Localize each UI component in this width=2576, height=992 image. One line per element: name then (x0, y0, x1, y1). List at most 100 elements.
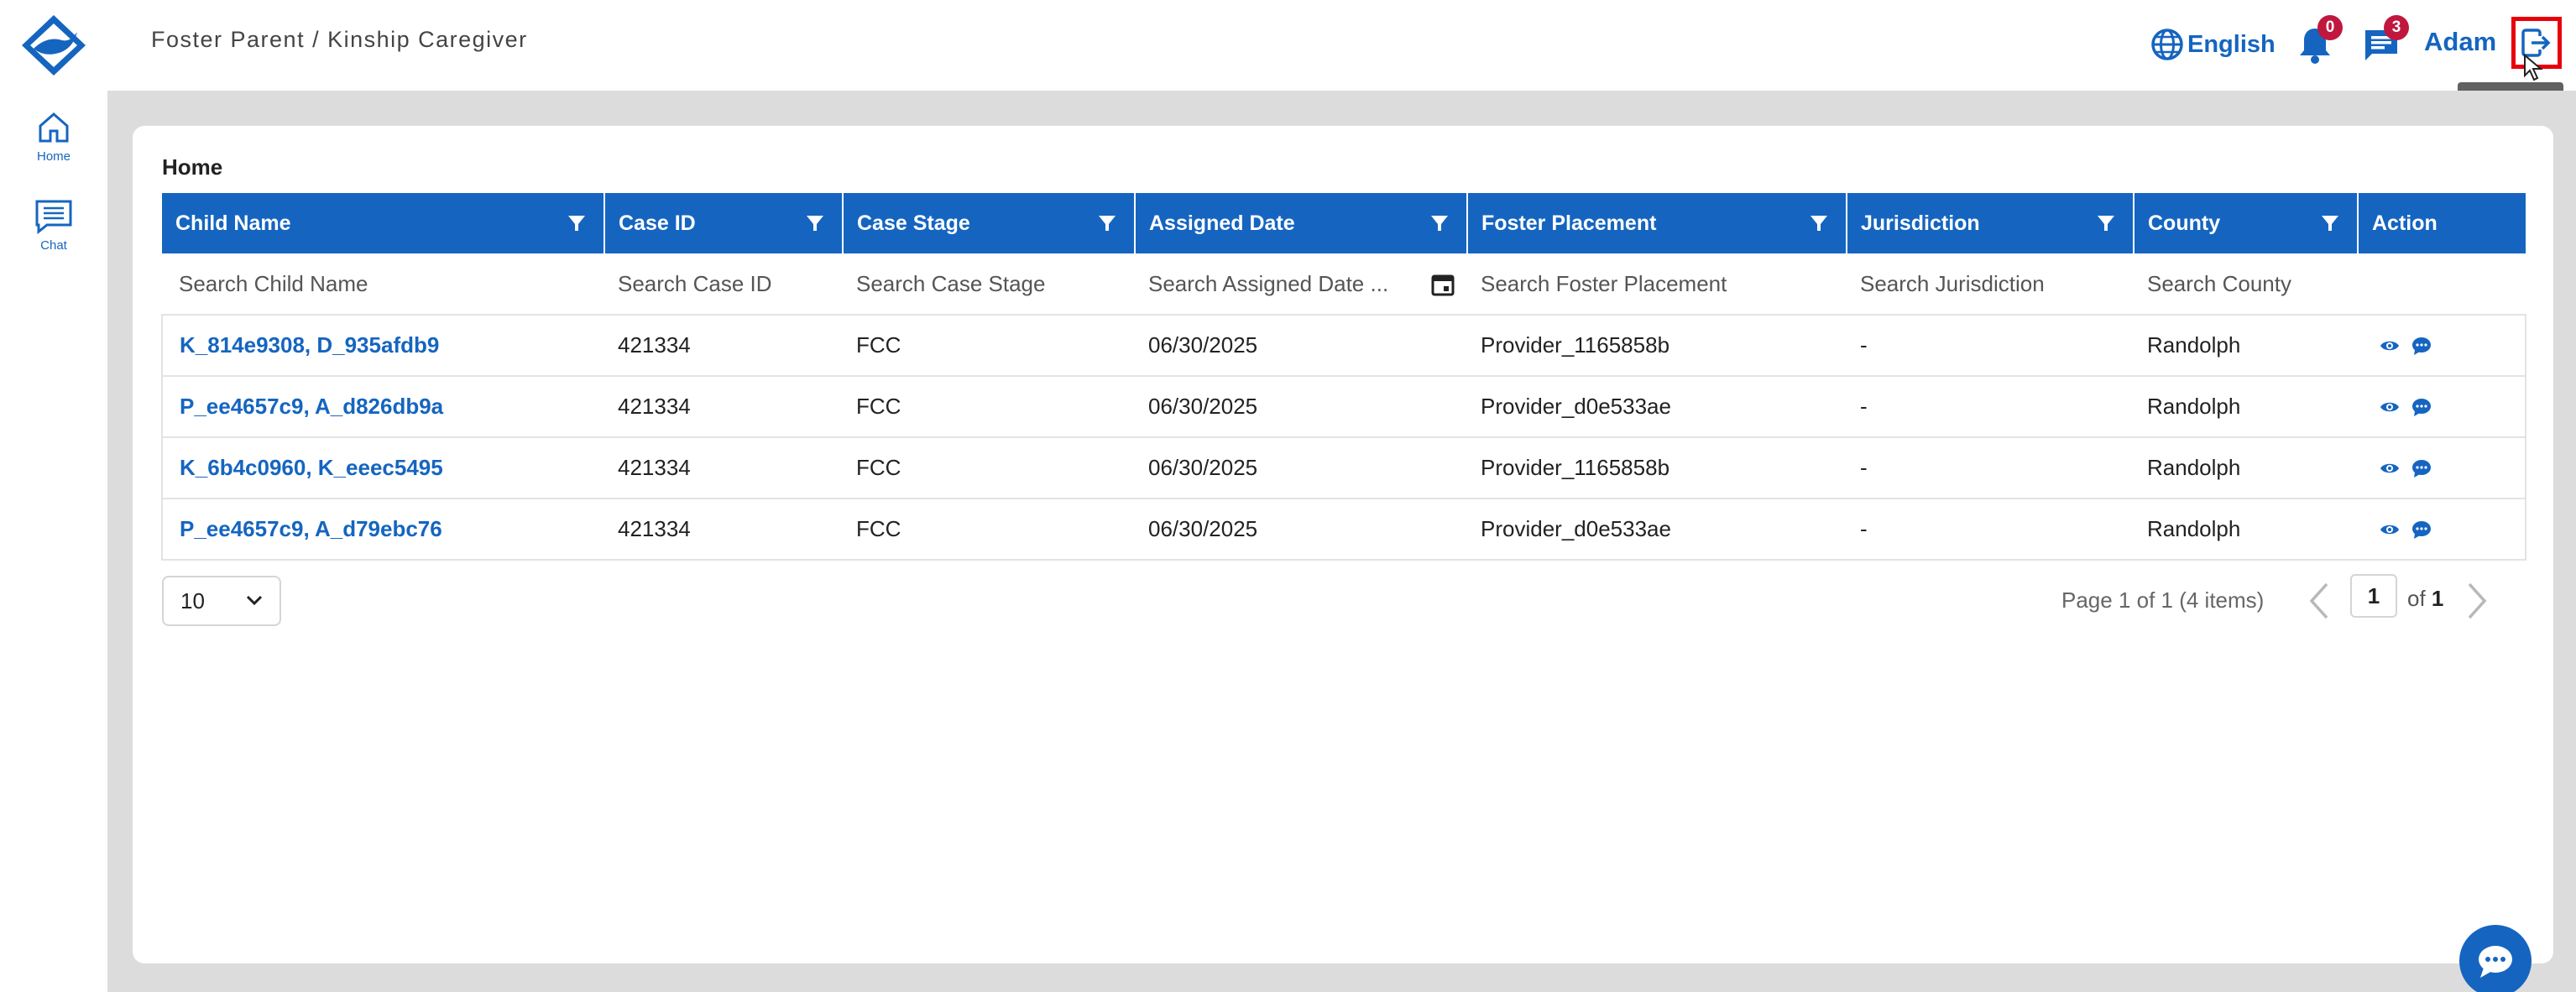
filter-icon[interactable] (2320, 213, 2340, 233)
page-title: Home (162, 154, 223, 180)
county-cell: Randolph (2134, 437, 2358, 499)
page-total-label: of 1 (2407, 586, 2443, 612)
case-id-cell: 421334 (604, 315, 843, 377)
column-label: Jurisdiction (1861, 211, 1980, 235)
foster-placement-cell: Provider_1165858b (1467, 437, 1847, 499)
search-case-stage-input[interactable]: Search Case Stage (843, 253, 1135, 316)
search-assigned-date-cell[interactable]: Search Assigned Date ... (1135, 253, 1467, 316)
mouse-cursor-icon (2524, 54, 2543, 81)
search-jurisdiction-input[interactable]: Search Jurisdiction (1847, 253, 2134, 316)
filter-row: Search Child Name Search Case ID Search … (162, 253, 2526, 316)
case-stage-cell: FCC (843, 499, 1135, 561)
child-name-link[interactable]: P_ee4657c9, A_d826db9a (161, 376, 604, 438)
messages-button[interactable]: 3 (2360, 15, 2409, 65)
chat-icon (35, 200, 72, 235)
foster-placement-cell: Provider_d0e533ae (1467, 376, 1847, 438)
comment-icon[interactable] (2411, 519, 2432, 540)
column-label: Case ID (619, 211, 696, 235)
action-cell (2358, 499, 2526, 561)
table-row: P_ee4657c9, A_d826db9a 421334 FCC 06/30/… (161, 376, 2526, 438)
assigned-date-cell: 06/30/2025 (1135, 376, 1467, 438)
case-id-cell: 421334 (604, 437, 843, 499)
total-pages: 1 (2431, 586, 2444, 611)
action-cell (2358, 437, 2526, 499)
view-icon[interactable] (2380, 336, 2400, 356)
child-name-link[interactable]: P_ee4657c9, A_d79ebc76 (161, 499, 604, 561)
table-row: P_ee4657c9, A_d79ebc76 421334 FCC 06/30/… (161, 499, 2526, 561)
filter-icon[interactable] (1429, 213, 1450, 233)
column-header-assigned-date[interactable]: Assigned Date (1135, 193, 1468, 253)
next-page-button[interactable] (2463, 581, 2491, 621)
column-label: County (2148, 211, 2221, 235)
comment-icon[interactable] (2411, 397, 2432, 417)
view-icon[interactable] (2380, 519, 2400, 540)
column-header-county[interactable]: County (2134, 193, 2359, 253)
assigned-date-cell: 06/30/2025 (1135, 315, 1467, 377)
county-cell: Randolph (2134, 315, 2358, 377)
sidebar: Home Chat (0, 91, 107, 992)
page-size-value: 10 (180, 587, 205, 613)
child-name-link[interactable]: K_814e9308, D_935afdb9 (161, 315, 604, 377)
filter-icon[interactable] (567, 213, 587, 233)
jurisdiction-cell: - (1847, 499, 2134, 561)
calendar-icon[interactable] (1430, 272, 1455, 297)
top-header: Foster Parent / Kinship Caregiver Englis… (0, 0, 2576, 91)
page-summary: Page 1 of 1 (4 items) (2061, 587, 2265, 613)
column-header-case-id[interactable]: Case ID (604, 193, 844, 253)
search-assigned-date-input[interactable]: Search Assigned Date ... (1148, 271, 1388, 296)
jurisdiction-cell: - (1847, 437, 2134, 499)
search-child-name-input[interactable]: Search Child Name (162, 253, 604, 316)
county-cell: Randolph (2134, 499, 2358, 561)
chat-bubble-icon (2479, 946, 2512, 978)
page-number-input[interactable]: 1 (2350, 574, 2397, 618)
comment-icon[interactable] (2411, 458, 2432, 478)
search-case-id-input[interactable]: Search Case ID (604, 253, 843, 316)
page-size-select[interactable]: 10 (162, 576, 281, 626)
action-cell (2358, 376, 2526, 438)
column-header-case-stage[interactable]: Case Stage (843, 193, 1136, 253)
filter-icon[interactable] (1097, 213, 1117, 233)
cases-table: Child Name Case ID Case Stage Assigned D… (161, 193, 2526, 561)
comment-icon[interactable] (2411, 336, 2432, 356)
sidebar-item-label: Chat (40, 238, 67, 253)
column-header-foster-placement[interactable]: Foster Placement (1467, 193, 1847, 253)
search-county-input[interactable]: Search County (2134, 253, 2358, 316)
filter-icon[interactable] (805, 213, 825, 233)
chevron-down-icon (246, 595, 263, 606)
sidebar-item-home[interactable]: Home (0, 109, 107, 164)
column-header-child-name[interactable]: Child Name (162, 193, 605, 253)
chat-fab-button[interactable] (2459, 925, 2532, 992)
of-label: of (2407, 586, 2426, 611)
child-name-link[interactable]: K_6b4c0960, K_eeec5495 (161, 437, 604, 499)
prev-page-button[interactable] (2305, 581, 2333, 621)
language-label: English (2187, 30, 2276, 58)
jurisdiction-cell: - (1847, 315, 2134, 377)
search-foster-placement-input[interactable]: Search Foster Placement (1467, 253, 1847, 316)
notifications-button[interactable]: 0 (2294, 15, 2343, 65)
case-stage-cell: FCC (843, 315, 1135, 377)
view-icon[interactable] (2380, 397, 2400, 417)
language-selector[interactable]: English (2149, 25, 2276, 64)
column-header-jurisdiction[interactable]: Jurisdiction (1847, 193, 2134, 253)
sidebar-item-label: Home (36, 149, 71, 164)
user-name[interactable]: Adam (2424, 27, 2496, 57)
app-logo[interactable] (18, 12, 89, 79)
case-id-cell: 421334 (604, 376, 843, 438)
column-label: Assigned Date (1149, 211, 1295, 235)
filter-icon[interactable] (2096, 213, 2116, 233)
table-header-row: Child Name Case ID Case Stage Assigned D… (162, 193, 2526, 253)
sidebar-item-chat[interactable]: Chat (0, 198, 107, 253)
foster-placement-cell: Provider_1165858b (1467, 315, 1847, 377)
column-header-action: Action (2358, 193, 2526, 253)
home-icon (39, 112, 69, 143)
globe-icon (2151, 29, 2183, 60)
filter-icon[interactable] (1809, 213, 1829, 233)
view-icon[interactable] (2380, 458, 2400, 478)
case-id-cell: 421334 (604, 499, 843, 561)
table-row: K_6b4c0960, K_eeec5495 421334 FCC 06/30/… (161, 437, 2526, 499)
assigned-date-cell: 06/30/2025 (1135, 499, 1467, 561)
table-row: K_814e9308, D_935afdb9 421334 FCC 06/30/… (161, 315, 2526, 377)
county-cell: Randolph (2134, 376, 2358, 438)
action-cell (2358, 315, 2526, 377)
column-label: Child Name (175, 211, 291, 235)
